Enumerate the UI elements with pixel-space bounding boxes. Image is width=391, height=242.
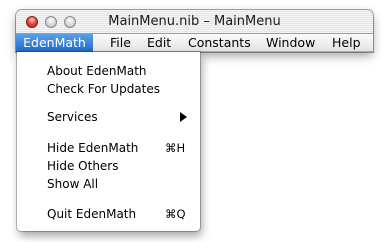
menu-item-label: Hide EdenMath xyxy=(47,141,139,155)
menu-item-show-all[interactable]: Show All xyxy=(17,175,200,193)
menu-item-quit[interactable]: Quit EdenMath ⌘Q xyxy=(17,205,200,223)
menu-item-hide-edenmath[interactable]: Hide EdenMath ⌘H xyxy=(17,139,200,157)
menu-item-shortcut: ⌘Q xyxy=(165,207,186,221)
menu-item-label: Check For Updates xyxy=(47,82,161,96)
menu-item-label: Hide Others xyxy=(47,159,119,173)
window-title: MainMenu.nib – MainMenu xyxy=(108,14,281,29)
menu-bar: EdenMath File Edit Constants Window Help xyxy=(16,34,373,52)
menu-item-services[interactable]: Services xyxy=(17,108,200,126)
menu-item-hide-others[interactable]: Hide Others xyxy=(17,157,200,175)
menu-edenmath[interactable]: EdenMath xyxy=(16,34,93,52)
submenu-arrow-icon xyxy=(180,112,187,122)
menu-help[interactable]: Help xyxy=(332,34,361,52)
title-bar[interactable]: MainMenu.nib – MainMenu xyxy=(16,10,373,34)
menu-item-label: Show All xyxy=(47,177,99,191)
nib-window: MainMenu.nib – MainMenu EdenMath File Ed… xyxy=(16,10,373,52)
menu-item-label: Quit EdenMath xyxy=(47,207,137,221)
menu-item-shortcut: ⌘H xyxy=(165,141,186,155)
menu-item-label: Services xyxy=(47,110,98,124)
menu-constants[interactable]: Constants xyxy=(188,34,251,52)
edenmath-dropdown-menu: About EdenMath Check For Updates Service… xyxy=(17,52,200,231)
menu-edit[interactable]: Edit xyxy=(147,34,171,52)
menu-window[interactable]: Window xyxy=(266,34,315,52)
menu-item-about[interactable]: About EdenMath xyxy=(17,62,200,80)
menu-file[interactable]: File xyxy=(110,34,131,52)
menu-item-check-updates[interactable]: Check For Updates xyxy=(17,80,200,98)
menu-item-label: About EdenMath xyxy=(47,64,147,78)
